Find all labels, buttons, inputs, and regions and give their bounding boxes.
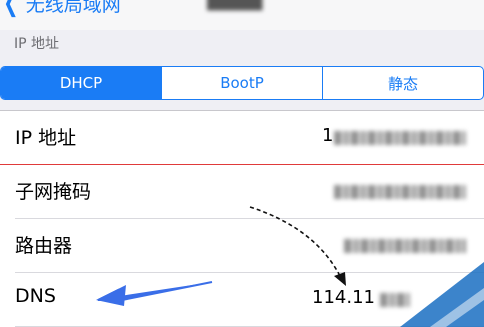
network-name-title: ████ — [207, 0, 263, 11]
navigation-bar: ❮ 无线局域网 ████ — [0, 0, 484, 30]
dns-value[interactable]: 114.11 — [312, 287, 375, 308]
router-value-redacted — [344, 239, 466, 253]
row-label-subnet-mask: 子网掩码 — [15, 181, 92, 203]
row-ip-address: IP 地址 1 — [0, 111, 484, 165]
subnet-mask-value-redacted — [334, 185, 466, 199]
row-router: 路由器 — [0, 219, 484, 273]
chevron-left-icon: ❮ — [3, 0, 19, 18]
row-label-ip-address: IP 地址 — [15, 127, 77, 149]
back-button-label: 无线局域网 — [25, 0, 121, 16]
row-subnet-mask: 子网掩码 — [0, 165, 484, 219]
ip-address-value-redacted — [334, 131, 466, 145]
ip-address-value-prefix: 1 — [322, 125, 334, 146]
segment-bootp[interactable]: BootP — [161, 67, 322, 99]
ip-settings-table: IP 地址 1 子网掩码 路由器 DNS 114.11 — [0, 110, 484, 327]
segment-static[interactable]: 静态 — [322, 67, 483, 99]
ip-mode-segmented-control: DHCP BootP 静态 — [0, 66, 484, 100]
row-label-router: 路由器 — [15, 235, 73, 257]
row-dns[interactable]: DNS 114.11 — [0, 273, 484, 327]
back-button[interactable]: ❮ 无线局域网 — [0, 0, 121, 18]
segment-dhcp[interactable]: DHCP — [1, 67, 161, 99]
dns-value-redacted — [380, 293, 410, 307]
section-header-ip-address: IP 地址 — [14, 36, 60, 52]
row-label-dns: DNS — [15, 285, 56, 307]
